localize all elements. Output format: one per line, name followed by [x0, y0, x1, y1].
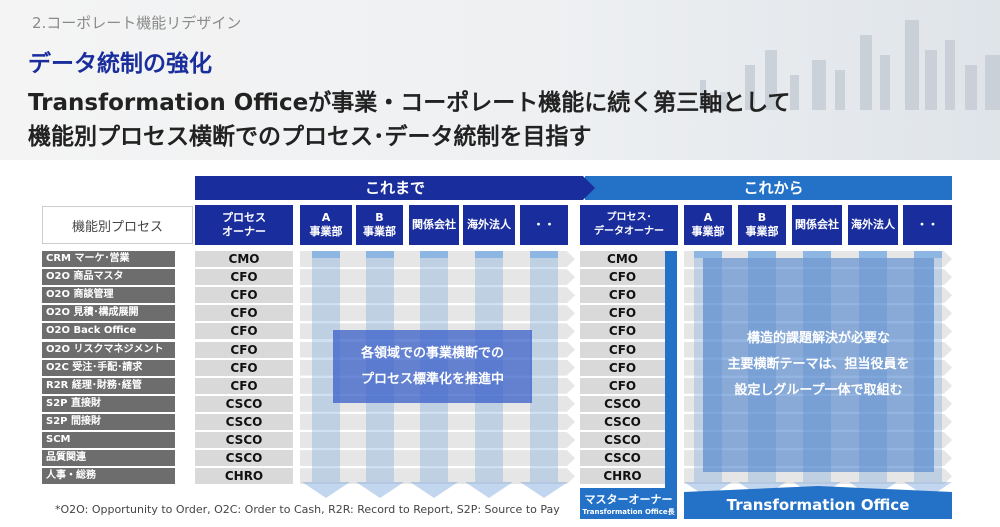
before-owner-cell: CFO	[195, 305, 293, 322]
before-owner-cell: CMO	[195, 251, 293, 267]
process-label: O2O リスクマネジメント	[42, 341, 175, 358]
before-column-header: B 事業部	[356, 205, 403, 245]
section-title: 2.コーポレート機能リデザイン	[32, 14, 242, 32]
flow-column-head	[913, 251, 942, 258]
building-shape	[860, 35, 872, 110]
after-owner-cell: CFO	[580, 287, 665, 304]
process-label: O2C 受注･手配･請求	[42, 359, 175, 376]
process-label: O2O 商品マスタ	[42, 269, 175, 286]
before-message-box: 各領域での事業横断での プロセス標準化を推進中	[333, 330, 532, 403]
before-owner-cell: CSCO	[195, 450, 293, 467]
flow-column-head	[694, 251, 722, 258]
building-shape	[880, 55, 890, 110]
before-message-line: 各領域での事業横断での	[360, 345, 504, 361]
after-message-line: 構造的課題解決が必要な	[746, 331, 890, 346]
building-shape	[905, 20, 919, 110]
before-owner-cell: CSCO	[195, 432, 293, 448]
down-arrow-icon	[410, 482, 458, 499]
after-owner-cell: CSCO	[580, 413, 665, 430]
after-column-header: ・・	[903, 205, 952, 245]
after-owner-cell: CFO	[580, 359, 665, 376]
building-shape	[945, 40, 955, 110]
after-owner-cell: CFO	[580, 377, 665, 394]
before-column-header: ・・	[520, 205, 568, 245]
flow-column-head	[748, 251, 776, 258]
before-column-header: A 事業部	[300, 205, 352, 245]
flow-column-head	[859, 251, 887, 258]
before-owner-cell: CSCO	[195, 395, 293, 412]
process-label: 人事・総務	[42, 468, 175, 485]
after-owner-cell: CFO	[580, 323, 665, 340]
master-owner-label: マスターオーナー	[584, 493, 673, 506]
before-owner-cell: CFO	[195, 323, 293, 340]
after-band: これから	[585, 176, 952, 200]
headline-line-1: Transformation Officeが事業・コーポレート機能に続く第三軸と…	[28, 90, 791, 116]
process-label: O2O 商談管理	[42, 287, 175, 304]
after-message-line: 主要横断テーマは、担当役員を	[727, 357, 910, 372]
before-column-header: 海外法人	[463, 205, 515, 245]
master-owner-bar	[665, 251, 677, 488]
page-headline: Transformation Officeが事業・コーポレート機能に続く第三軸と…	[28, 86, 791, 154]
building-shape	[925, 50, 937, 110]
process-header: 機能別プロセス	[42, 206, 193, 244]
before-owner-header: プロセス オーナー	[195, 205, 293, 245]
process-label: O2O Back Office	[42, 323, 175, 340]
down-arrow-icon	[355, 482, 404, 499]
flow-column-head	[530, 251, 558, 258]
process-label: CRM マーケ･営業	[42, 251, 175, 267]
building-shape	[812, 60, 826, 110]
flow-column-head	[475, 251, 503, 258]
process-label: R2R 経理･財務･経管	[42, 377, 175, 394]
after-message-line: 設定しグループ一体で取組む	[734, 383, 903, 398]
after-message-box: 構造的課題解決が必要な 主要横断テーマは、担当役員を 設定しグループ一体で取組む	[703, 258, 934, 472]
process-label: O2O 見積･構成展開	[42, 305, 175, 322]
after-owner-cell: CFO	[580, 305, 665, 322]
after-owner-cell: CSCO	[580, 395, 665, 412]
before-owner-cell: CSCO	[195, 413, 293, 430]
after-owner-cell: CSCO	[580, 432, 665, 448]
after-owner-cell: CFO	[580, 341, 665, 358]
down-arrow-icon	[465, 482, 513, 499]
before-owner-cell: CHRO	[195, 468, 293, 485]
building-shape	[965, 65, 977, 110]
before-owner-cell: CFO	[195, 341, 293, 358]
transformation-office-bar: Transformation Office	[684, 486, 952, 519]
down-arrow-icon	[302, 482, 350, 499]
process-label: SCM	[42, 432, 175, 448]
building-shape	[985, 55, 1000, 110]
before-band: これまで	[195, 176, 595, 200]
after-owner-cell: CHRO	[580, 468, 665, 485]
footnote: *O2O: Opportunity to Order, O2C: Order t…	[55, 503, 560, 516]
before-message-line: プロセス標準化を推進中	[360, 371, 504, 387]
master-owner-box: マスターオーナー Transformation Office長	[580, 488, 677, 519]
building-shape	[835, 70, 845, 110]
after-column-header: B 事業部	[738, 205, 786, 245]
down-arrow-icon	[520, 482, 568, 499]
after-owner-cell: CFO	[580, 269, 665, 286]
building-shape	[790, 75, 799, 110]
after-owner-cell: CSCO	[580, 450, 665, 467]
process-label: S2P 直接財	[42, 395, 175, 412]
process-label: S2P 間接財	[42, 413, 175, 430]
before-column-header: 関係会社	[409, 205, 459, 245]
before-owner-cell: CFO	[195, 377, 293, 394]
master-owner-sublabel: Transformation Office長	[582, 508, 675, 516]
after-column-header: A 事業部	[684, 205, 732, 245]
flow-column-head	[365, 251, 394, 258]
after-owner-cell: CMO	[580, 251, 665, 267]
before-owner-cell: CFO	[195, 269, 293, 286]
flow-column-head	[803, 251, 831, 258]
after-column-header: 関係会社	[792, 205, 842, 245]
process-label: 品質関連	[42, 450, 175, 467]
after-owner-header: プロセス･ データオーナー	[580, 205, 678, 245]
flow-column-head	[312, 251, 340, 258]
flow-column	[530, 251, 558, 483]
before-owner-cell: CFO	[195, 287, 293, 304]
page-subtitle: データ統制の強化	[28, 51, 212, 77]
after-column-header: 海外法人	[848, 205, 898, 245]
flow-column-head	[420, 251, 448, 258]
headline-line-2: 機能別プロセス横断でのプロセス･データ統制を目指す	[28, 124, 592, 150]
before-owner-cell: CFO	[195, 359, 293, 376]
